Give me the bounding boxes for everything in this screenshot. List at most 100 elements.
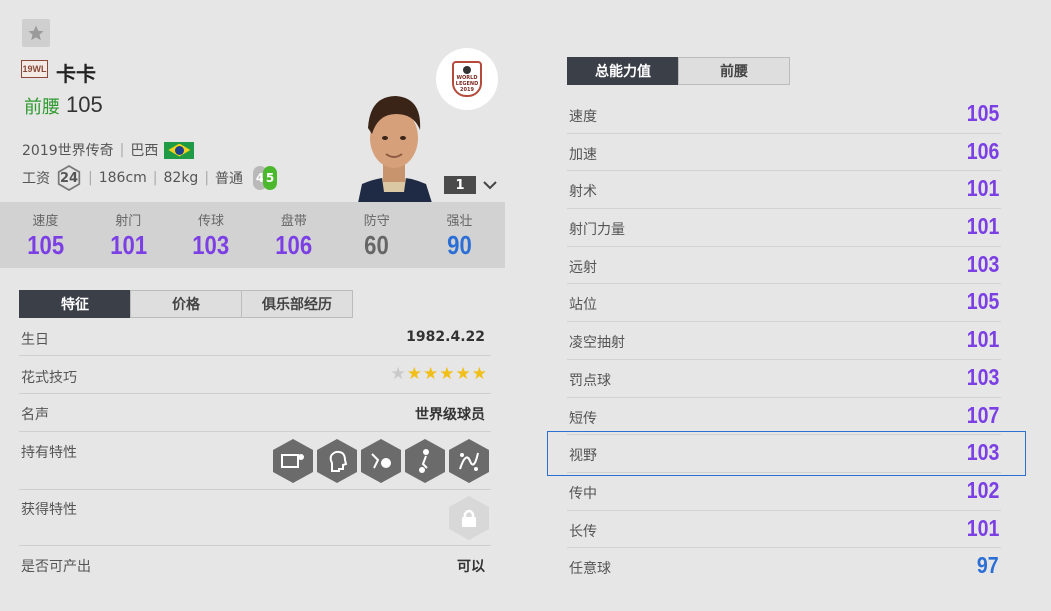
attribute-row: 凌空抽射 101 [567, 322, 1001, 360]
attribute-value: 105 [966, 100, 999, 126]
attribute-value: 105 [966, 288, 999, 315]
attribute-row: 射门力量 101 [567, 209, 1001, 247]
attribute-name: 射术 [569, 184, 597, 201]
attribute-row-highlighted[interactable]: 视野 103 [567, 435, 1001, 473]
attribute-value: 106 [966, 137, 999, 164]
stat-shooting: 射门 101 [88, 202, 168, 268]
attribute-name: 长传 [569, 523, 597, 540]
stat-pace: 速度 105 [5, 202, 85, 268]
brazil-flag-icon [164, 141, 195, 159]
star-icon: ★ [406, 364, 422, 384]
attribute-row: 射术 101 [567, 171, 1001, 210]
attribute-row: 任意球 97 [567, 548, 1001, 586]
tab-position-cam[interactable]: 前腰 [678, 57, 790, 85]
player-overall: 105 [66, 92, 103, 117]
weak-foot-indicator: 4 5 [253, 166, 278, 190]
favorite-button[interactable] [22, 19, 50, 47]
attribute-row: 加速 106 [567, 134, 1001, 172]
attribute-name: 远射 [569, 259, 597, 276]
attribute-value: 107 [966, 401, 999, 428]
attribute-name: 传中 [569, 485, 597, 502]
attribute-row: 长传 101 [567, 511, 1001, 549]
star-icon: ★ [455, 364, 471, 384]
stat-value: 103 [192, 230, 230, 260]
attribute-value: 101 [966, 175, 999, 202]
stat-value: 60 [364, 230, 390, 260]
tab-traits[interactable]: 特征 [19, 290, 131, 318]
tab-club-history[interactable]: 俱乐部经历 [241, 290, 353, 318]
attribute-name: 视野 [569, 448, 597, 465]
star-icon: ★ [390, 364, 406, 384]
divider: | [88, 170, 93, 186]
logo-text-3: 2019 [460, 86, 474, 93]
reputation-label: 名声 [21, 407, 49, 423]
stat-label: 传球 [198, 214, 225, 229]
attribute-name: 罚点球 [569, 372, 611, 389]
world-legend-shield-icon: WORLD LEGEND 2019 [452, 61, 482, 97]
flair-icon[interactable] [361, 439, 401, 483]
attribute-name: 速度 [569, 109, 597, 125]
player-portrait [348, 88, 440, 203]
skill-moves-stars: ★ ★ ★ ★ ★ ★ [391, 364, 488, 384]
star-icon [28, 25, 44, 41]
body-type: 普通 [215, 171, 244, 187]
club-logo: WORLD LEGEND 2019 [436, 48, 498, 110]
lock-icon [449, 496, 489, 540]
playmaker-icon[interactable] [317, 439, 357, 483]
attribute-value: 101 [966, 326, 999, 353]
physical-line: 工资 24 | 186cm | 82kg | 普通 4 5 [22, 165, 278, 191]
attribute-row: 远射 103 [567, 247, 1001, 285]
nation-name: 巴西 [130, 143, 159, 159]
ball-icon [463, 65, 471, 74]
attribute-row: 短传 107 [567, 398, 1001, 436]
attribute-name: 加速 [569, 146, 597, 163]
skill-moves-label: 花式技巧 [21, 370, 77, 386]
reputation-row: 名声 世界级球员 [19, 394, 491, 432]
star-icon: ★ [471, 364, 487, 384]
attribute-value: 101 [966, 213, 999, 240]
divider: | [119, 142, 125, 158]
summary-stats-bar: 速度 105 射门 101 传球 103 盘带 106 防守 60 强壮 90 [0, 202, 505, 268]
player-position: 前腰 [24, 97, 60, 118]
attribute-list: 速度 105 加速 106 射术 101 射门力量 101 远射 103 站位 … [567, 96, 1001, 586]
info-tabs: 特征 价格 俱乐部经历 [19, 290, 353, 318]
attribute-value: 101 [966, 514, 999, 541]
weight: 82kg [163, 170, 199, 186]
stat-value: 106 [275, 230, 313, 260]
tradable-value: 可以 [457, 559, 485, 575]
attribute-value: 103 [966, 439, 999, 466]
tradable-row: 是否可产出 可以 [19, 546, 491, 584]
attribute-row: 传中 102 [567, 473, 1001, 511]
attribute-value: 102 [966, 476, 999, 503]
attribute-row: 罚点球 103 [567, 360, 1001, 398]
tab-price[interactable]: 价格 [130, 290, 242, 318]
stat-value: 105 [26, 230, 64, 260]
attribute-row: 站位 105 [567, 284, 1001, 323]
attribute-value: 103 [966, 250, 999, 277]
dribbler-icon[interactable] [405, 439, 445, 483]
finesse-shot-icon[interactable] [273, 439, 313, 483]
divider: | [152, 170, 158, 186]
speed-dribbler-icon[interactable] [449, 439, 489, 483]
tab-total-attributes[interactable]: 总能力值 [567, 57, 679, 85]
attribute-name: 凌空抽射 [569, 335, 625, 352]
chevron-down-icon[interactable] [481, 176, 499, 194]
attribute-value: 103 [966, 363, 999, 390]
tradable-label: 是否可产出 [21, 559, 91, 575]
stat-label: 速度 [32, 214, 59, 229]
stat-dribbling: 盘带 106 [254, 202, 334, 268]
acquired-traits-label: 获得特性 [21, 502, 77, 518]
stat-label: 射门 [115, 214, 142, 229]
attribute-name: 短传 [569, 410, 597, 427]
attribute-name: 射门力量 [569, 222, 625, 239]
season-text: 2019世界传奇 [22, 143, 114, 159]
stat-passing: 传球 103 [171, 202, 251, 268]
stat-physical: 强壮 90 [420, 202, 500, 268]
skill-moves-row: 花式技巧 ★ ★ ★ ★ ★ ★ [19, 356, 491, 394]
stat-defending: 防守 60 [337, 202, 417, 268]
divider: | [204, 170, 210, 186]
level-selector[interactable]: 1 [444, 176, 476, 194]
season-badge: 19WL [21, 60, 48, 78]
attribute-row: 速度 105 [567, 96, 1001, 134]
right-foot-rating: 5 [263, 166, 278, 190]
